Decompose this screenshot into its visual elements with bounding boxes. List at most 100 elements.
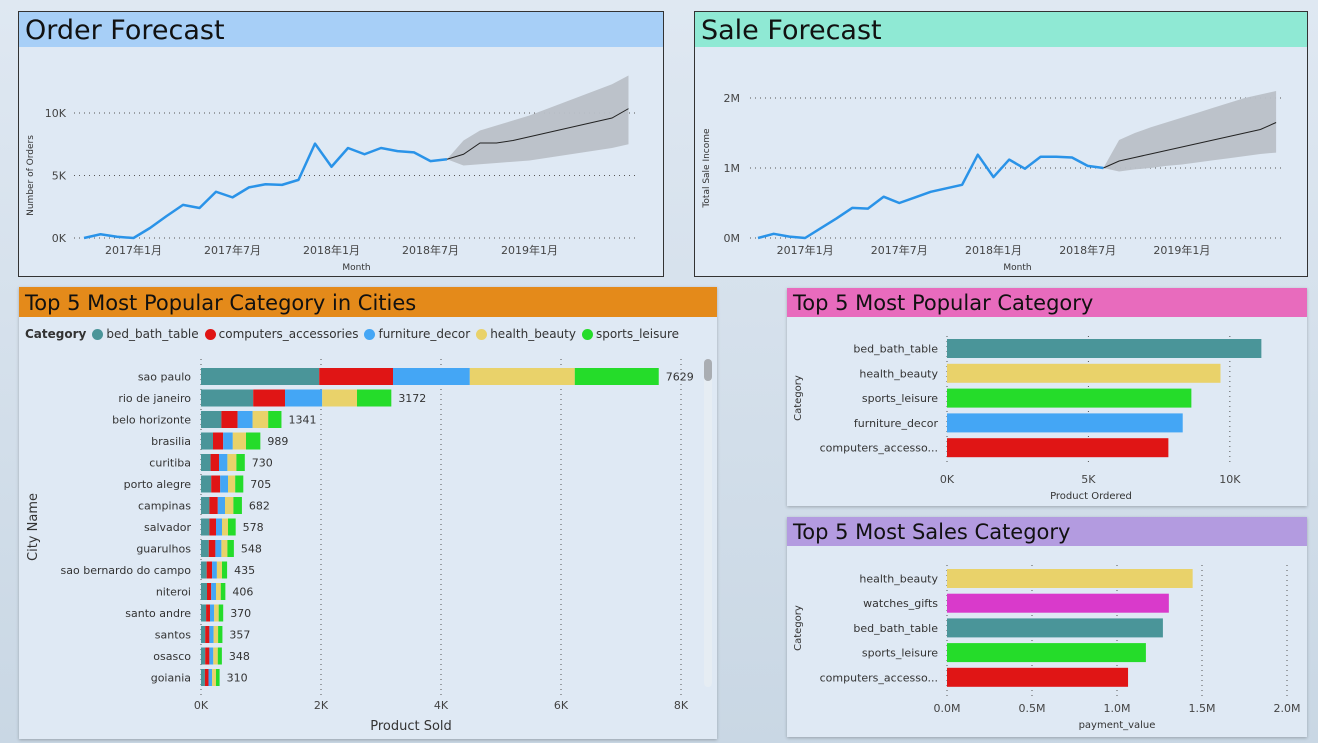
- bar-segment: [222, 561, 228, 579]
- x-tick-label: 2017年1月: [777, 243, 834, 257]
- x-tick-label: 2018年1月: [303, 243, 360, 257]
- bar-segment: [246, 432, 261, 450]
- sale-forecast-chart: 0M 1M 2M 2017年1月 2017年7月 2018年1月 2018年7月 2019年1…: [702, 91, 1285, 273]
- x-tick-label: 6K: [554, 699, 569, 712]
- data-label: 370: [230, 607, 251, 620]
- cities-chart: 0K 2K 4K 6K 8K sao paulo 7629 rio de janeiro 317…: [26, 359, 694, 734]
- bar-segment: [227, 540, 234, 557]
- bar-segment: [217, 497, 225, 514]
- city-label: santos: [155, 629, 191, 642]
- bar-segment: [210, 604, 215, 622]
- bar-segment: [207, 583, 212, 600]
- bar-segment: [206, 561, 213, 579]
- bar-segment: [220, 475, 228, 493]
- category-label: computers_accesso...: [820, 442, 938, 455]
- bar-segment: [211, 475, 221, 493]
- data-label: 3172: [398, 392, 426, 405]
- x-axis-label: Product Sold: [370, 719, 452, 734]
- y-axis-label: Total Sale Income: [702, 128, 712, 209]
- y-axis-label: Category: [793, 605, 804, 651]
- category-label: bed_bath_table: [853, 622, 938, 635]
- bar-segment: [469, 368, 575, 385]
- order-forecast-chart: 0K 5K 10K 2017年1月 2017年7月 2018年1月 2018年7月 2019年…: [26, 75, 639, 273]
- bar-segment: [201, 669, 205, 686]
- bar: [947, 618, 1163, 638]
- cities-scrollbar[interactable]: [704, 359, 712, 687]
- bar-segment: [223, 432, 233, 450]
- bar-segment: [357, 389, 392, 407]
- bar: [947, 413, 1183, 433]
- bar-segment: [201, 368, 320, 385]
- bar-segment: [201, 561, 207, 579]
- city-label: santo andre: [125, 607, 191, 620]
- city-label: niteroi: [156, 586, 191, 599]
- actual-series-line: [83, 142, 448, 240]
- x-tick-label: 0K: [940, 473, 955, 486]
- data-label: 682: [249, 500, 270, 513]
- bar-segment: [268, 411, 282, 428]
- actual-series-line: [757, 153, 1104, 240]
- bar-segment: [211, 583, 216, 600]
- city-label: curitiba: [149, 457, 191, 470]
- sales-panel: Top 5 Most Sales Category 0.0M 0.5M 1.0M 1.…: [787, 517, 1307, 737]
- y-axis-label: Number of Orders: [26, 135, 36, 216]
- category-label: watches_gifts: [863, 597, 938, 610]
- order-forecast-panel: Order Forecast 0K 5K 10K 2017年1月 2017年7月 2018…: [18, 11, 664, 277]
- bar-segment: [209, 497, 218, 514]
- scrollbar-thumb[interactable]: [704, 359, 712, 381]
- bar-segment: [319, 368, 393, 385]
- bar-segment: [210, 454, 219, 471]
- data-label: 406: [232, 586, 253, 599]
- city-label: belo horizonte: [112, 414, 191, 427]
- popular-chart: 0K 5K 10K bed_bath_table health_beautysports…: [793, 336, 1262, 502]
- category-label: sports_leisure: [862, 392, 938, 405]
- x-tick-label: 8K: [674, 699, 689, 712]
- bar: [947, 667, 1129, 687]
- bar-segment: [201, 604, 207, 622]
- data-label: 7629: [666, 371, 694, 384]
- bar-segment: [201, 583, 207, 600]
- bar: [947, 593, 1169, 613]
- y-tick-label: 1M: [724, 162, 741, 175]
- city-label: sao paulo: [138, 371, 191, 384]
- y-axis-label: Category: [793, 375, 804, 421]
- bar: [947, 363, 1221, 383]
- bar-segment: [574, 368, 659, 385]
- bar-segment: [216, 518, 222, 536]
- bar-segment: [393, 368, 470, 385]
- x-tick-label: 2017年7月: [871, 243, 928, 257]
- bar-segment: [201, 540, 209, 557]
- y-tick-label: 5K: [52, 170, 67, 183]
- bar-segment: [201, 432, 213, 450]
- bar-segment: [215, 540, 222, 557]
- x-tick-label: 2017年7月: [204, 243, 261, 257]
- category-label: computers_accesso...: [820, 671, 938, 684]
- data-label: 730: [252, 457, 273, 470]
- x-tick-label: 2019年1月: [1153, 243, 1210, 257]
- city-label: sao bernardo do campo: [61, 564, 192, 577]
- data-label: 705: [250, 478, 271, 491]
- bar-segment: [216, 561, 222, 579]
- x-tick-label: 5K: [1081, 473, 1096, 486]
- bar-segment: [222, 518, 228, 536]
- category-label: health_beauty: [859, 573, 938, 586]
- data-label: 989: [267, 435, 288, 448]
- bar-segment: [213, 647, 218, 665]
- category-label: sports_leisure: [862, 647, 938, 660]
- bar-segment: [216, 669, 220, 686]
- bar-segment: [225, 497, 234, 514]
- data-label: 548: [241, 543, 262, 556]
- bar: [947, 569, 1193, 588]
- sales-chart: 0.0M 0.5M 1.0M 1.5M 2.0M health_beautywatches…: [793, 565, 1300, 731]
- bar-segment: [221, 411, 238, 428]
- forecast-confidence-band: [1103, 91, 1277, 172]
- data-label: 435: [234, 564, 255, 577]
- x-tick-label: 2K: [314, 699, 329, 712]
- sale-forecast-panel: Sale Forecast 0M 1M 2M 2017年1月 2017年7月 2018年1…: [694, 11, 1308, 277]
- category-label: bed_bath_table: [853, 343, 938, 356]
- bar: [947, 438, 1169, 458]
- popular-panel: Top 5 Most Popular Category 0K 5K 10K bed_b…: [787, 288, 1307, 506]
- x-tick-label: 0.0M: [934, 702, 961, 715]
- y-tick-label: 0M: [724, 232, 741, 245]
- y-axis-label: City Name: [26, 493, 41, 561]
